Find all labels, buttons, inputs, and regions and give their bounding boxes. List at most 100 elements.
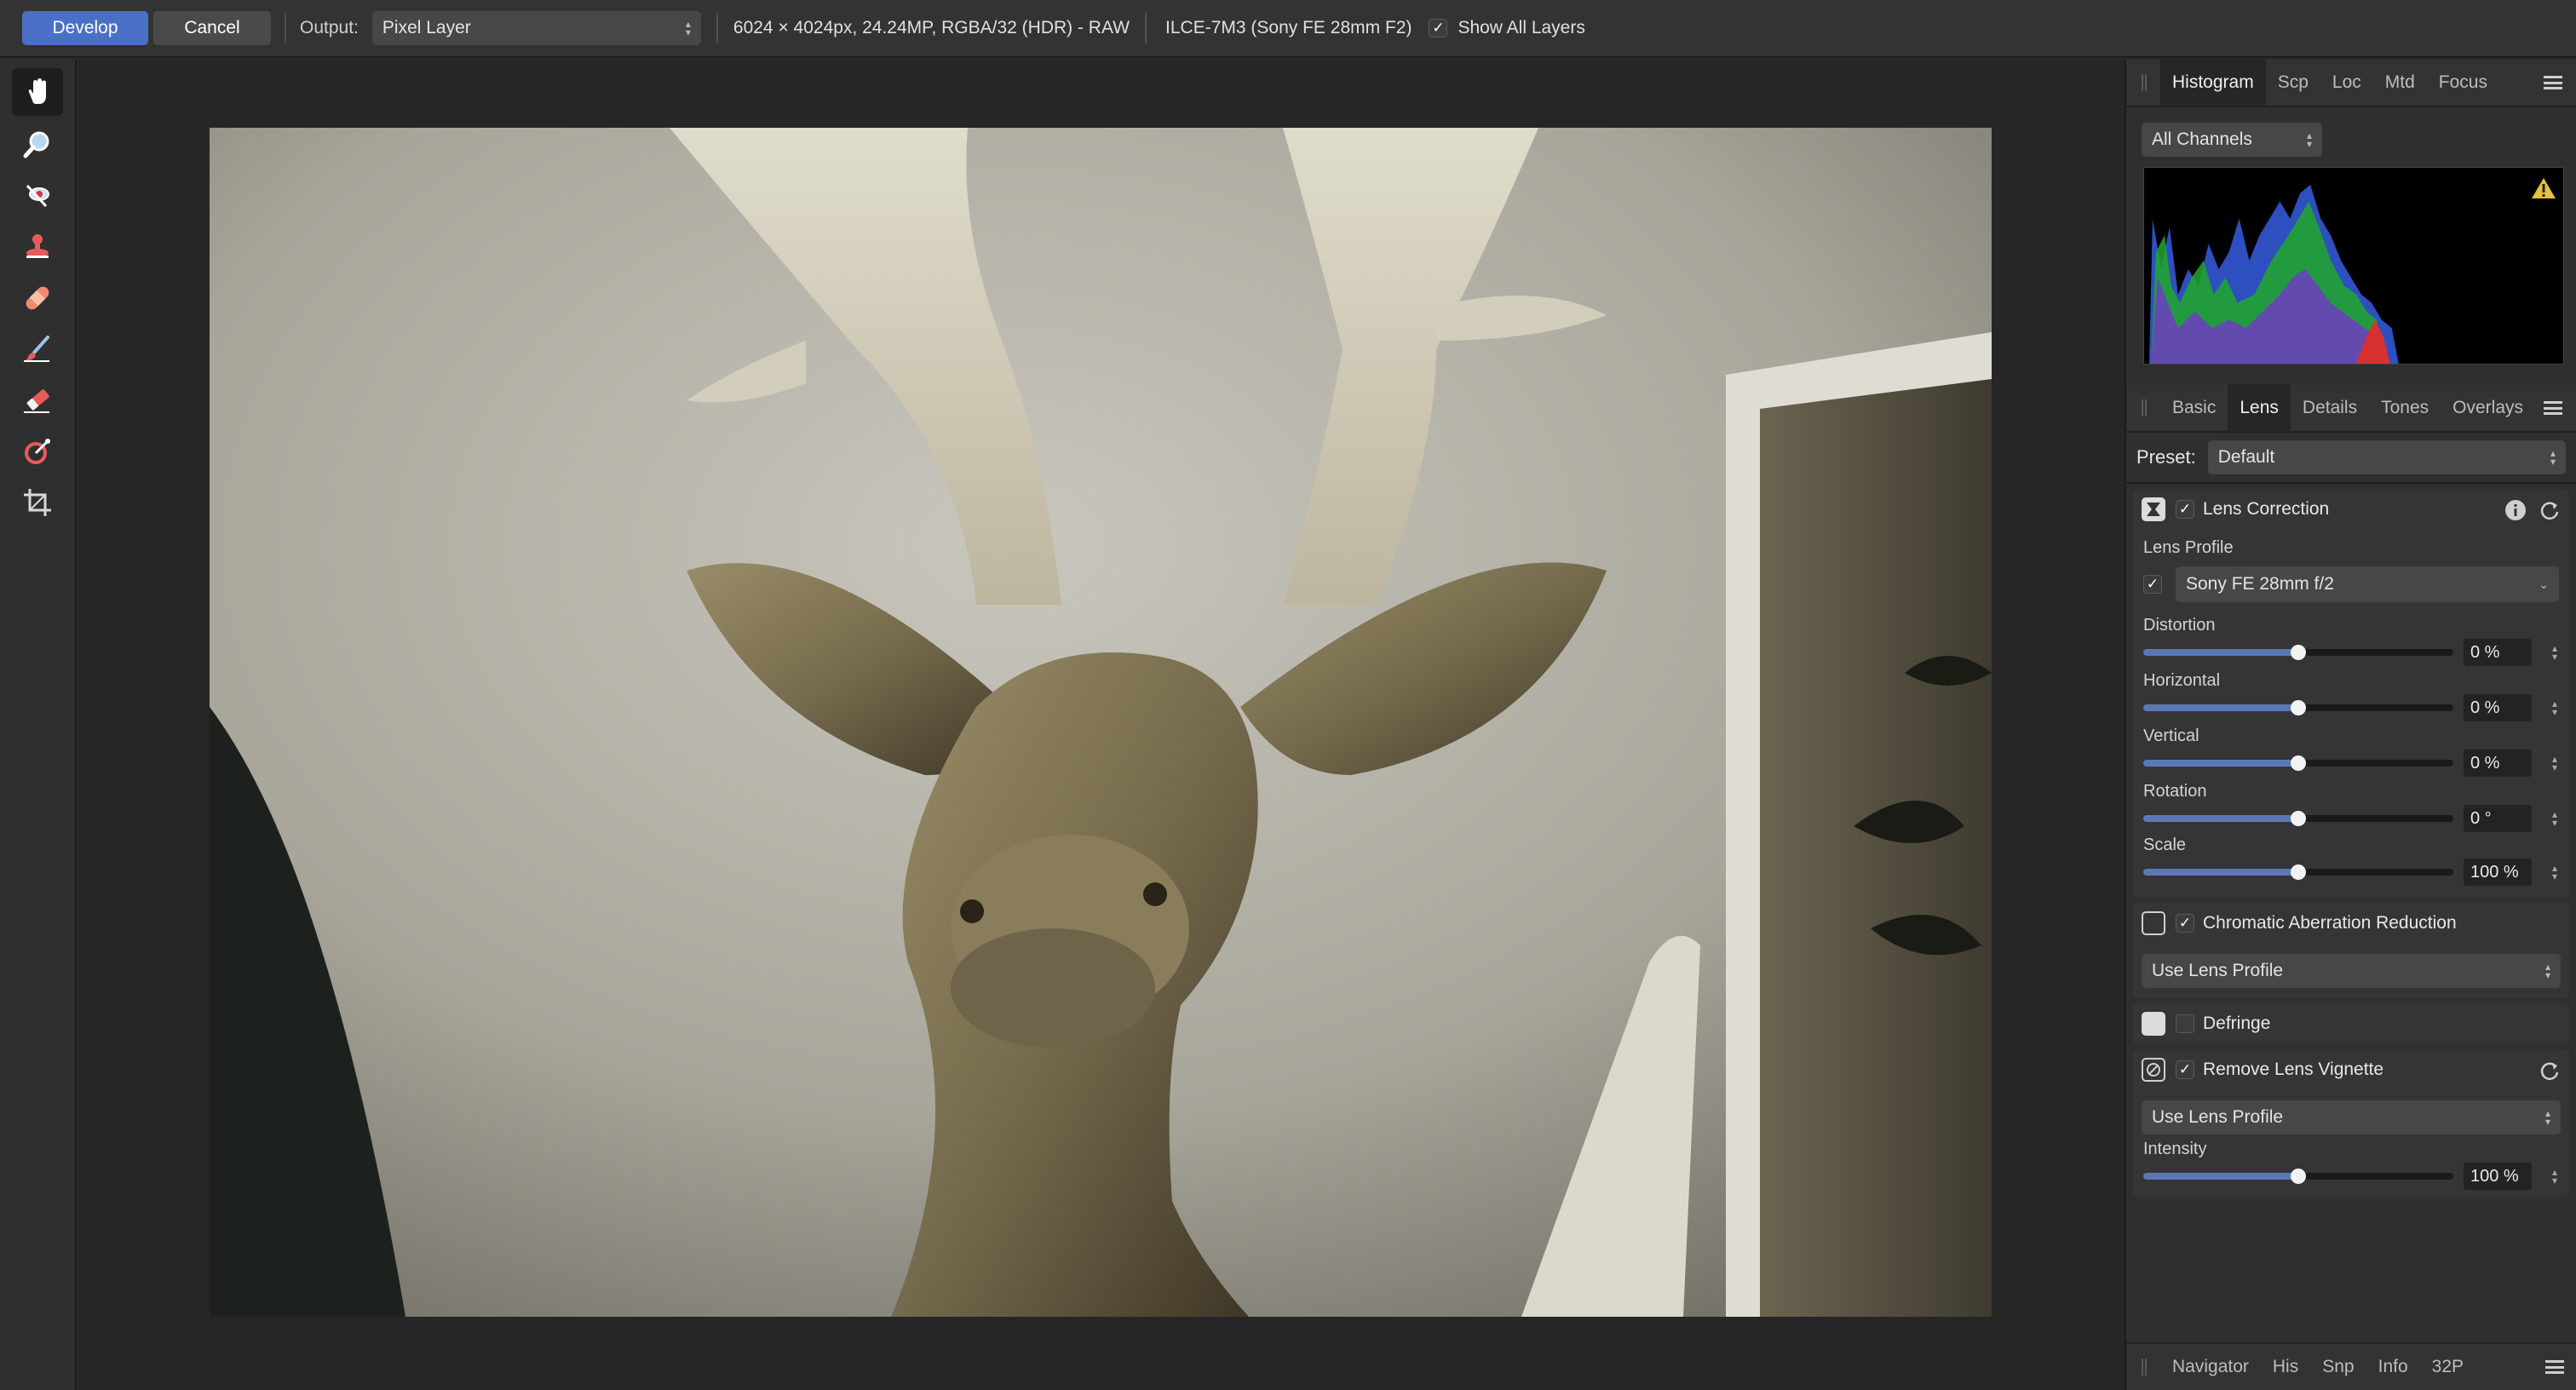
reset-icon[interactable] <box>2539 1060 2561 1082</box>
preset-select-value: Default <box>2217 447 2275 467</box>
scale-slider-row: 100 % ▴ ▾ <box>2133 855 2569 889</box>
lens-profile-checkbox[interactable]: ✓ <box>2143 575 2162 594</box>
stepper-arrows-icon[interactable]: ▴ ▾ <box>2552 1167 2557 1186</box>
stepper-arrows-icon[interactable]: ▴ ▾ <box>2552 754 2557 773</box>
channel-select[interactable]: All Channels ▴ ▾ <box>2142 123 2322 157</box>
defringe-icon[interactable] <box>2142 1012 2165 1036</box>
stepper-arrows-icon[interactable]: ▴ ▾ <box>2552 698 2557 717</box>
vignette-mode-select[interactable]: Use Lens Profile ▴ ▾ <box>2142 1100 2561 1134</box>
tab-tones[interactable]: Tones <box>2369 384 2441 432</box>
tab-history[interactable]: His <box>2261 1343 2310 1390</box>
distortion-slider-row: 0 % ▴ ▾ <box>2133 635 2569 669</box>
tab-lens[interactable]: Lens <box>2228 384 2291 432</box>
select-arrows-icon: ▴ ▾ <box>2306 129 2312 150</box>
slider-knob[interactable] <box>2291 811 2306 826</box>
panel-menu-icon[interactable] <box>2545 1360 2564 1374</box>
vignette-icon[interactable] <box>2142 1058 2165 1082</box>
cancel-button[interactable]: Cancel <box>153 11 271 45</box>
magnifier-icon <box>23 131 49 158</box>
intensity-slider-row: 100 % ▴ ▾ <box>2133 1159 2569 1193</box>
develop-button[interactable]: Develop <box>22 11 148 45</box>
output-select[interactable]: Pixel Layer ▴ ▾ <box>371 11 701 45</box>
vertical-value[interactable]: 0 % <box>2464 750 2532 777</box>
slider-knob[interactable] <box>2291 645 2306 660</box>
defringe-header: ✓ Defringe <box>2133 1003 2569 1044</box>
lens-correction-section: ✓ Lens Correction Lens Profile ✓ Sony FE… <box>2133 489 2569 898</box>
lens-profile-row: ✓ Sony FE 28mm f/2 ⌄ <box>2133 558 2569 607</box>
chromatic-mode-select[interactable]: Use Lens Profile ▴ ▾ <box>2142 954 2561 988</box>
crop-icon <box>24 489 51 516</box>
lens-profile-select[interactable]: Sony FE 28mm f/2 ⌄ <box>2176 566 2559 602</box>
photo-preview[interactable] <box>210 128 1992 1317</box>
scale-value[interactable]: 100 % <box>2464 859 2532 886</box>
clipping-warning-icon[interactable] <box>2531 176 2556 200</box>
scale-label: Scale <box>2143 836 2187 854</box>
horizontal-slider[interactable] <box>2143 700 2453 715</box>
overlay-paint-tool[interactable] <box>12 325 63 373</box>
tab-basic[interactable]: Basic <box>2160 384 2228 432</box>
hand-tool[interactable] <box>12 68 63 116</box>
tab-32p[interactable]: 32P <box>2420 1343 2475 1390</box>
zoom-tool[interactable] <box>12 121 63 169</box>
vignette-section: ✓ Remove Lens Vignette Use Lens Profile … <box>2133 1049 2569 1197</box>
brush-icon <box>24 336 49 362</box>
panel-grip-icon[interactable] <box>2142 74 2147 91</box>
vertical-slider[interactable] <box>2143 755 2453 771</box>
rotation-slider[interactable] <box>2143 811 2453 826</box>
defringe-checkbox[interactable]: ✓ <box>2176 1014 2194 1033</box>
show-all-layers-checkbox[interactable]: ✓ <box>1429 19 1448 37</box>
gradient-tool[interactable] <box>12 428 63 475</box>
canvas-area[interactable] <box>78 60 2125 1390</box>
slider-knob[interactable] <box>2291 700 2306 715</box>
distortion-value[interactable]: 0 % <box>2464 639 2532 666</box>
red-eye-tool[interactable] <box>12 172 63 220</box>
panel-grip-icon[interactable] <box>2142 1358 2147 1376</box>
tab-overlays[interactable]: Overlays <box>2441 384 2535 432</box>
vignette-mode-value: Use Lens Profile <box>2152 1107 2284 1127</box>
clone-tool[interactable] <box>12 223 63 271</box>
intensity-value[interactable]: 100 % <box>2464 1163 2532 1190</box>
panel-menu-icon[interactable] <box>2544 76 2562 89</box>
crop-tool[interactable] <box>12 479 63 526</box>
panel-grip-icon[interactable] <box>2142 399 2147 416</box>
stepper-arrows-icon[interactable]: ▴ ▾ <box>2552 863 2557 882</box>
horizontal-value[interactable]: 0 % <box>2464 694 2532 721</box>
stepper-arrows-icon[interactable]: ▴ ▾ <box>2552 809 2557 828</box>
studio-tabs-top: Histogram Scp Loc Mtd Focus <box>2126 59 2576 107</box>
slider-knob[interactable] <box>2291 755 2306 771</box>
lens-correction-checkbox[interactable]: ✓ <box>2176 500 2194 519</box>
select-arrows-icon: ▴ ▾ <box>685 18 691 38</box>
intensity-slider[interactable] <box>2143 1169 2453 1184</box>
lens-correction-icon[interactable] <box>2142 497 2165 521</box>
chromatic-aberration-checkbox[interactable]: ✓ <box>2176 914 2194 933</box>
slider-knob[interactable] <box>2291 1169 2306 1184</box>
tab-navigator[interactable]: Navigator <box>2160 1343 2261 1390</box>
distortion-slider[interactable] <box>2143 645 2453 660</box>
tab-focus[interactable]: Focus <box>2427 59 2499 106</box>
tab-snapshots[interactable]: Snp <box>2310 1343 2366 1390</box>
stepper-arrows-icon[interactable]: ▴ ▾ <box>2552 643 2557 662</box>
preset-select[interactable]: Default ▴ ▾ <box>2207 440 2566 474</box>
slider-knob[interactable] <box>2291 864 2306 880</box>
vignette-header: ✓ Remove Lens Vignette <box>2133 1049 2569 1090</box>
chromatic-aberration-icon[interactable] <box>2142 911 2165 935</box>
distortion-label: Distortion <box>2143 616 2216 635</box>
vertical-label: Vertical <box>2143 727 2199 745</box>
tab-details[interactable]: Details <box>2291 384 2369 432</box>
blemish-tool[interactable] <box>12 274 63 322</box>
info-icon[interactable] <box>2504 499 2527 521</box>
lens-correction-header: ✓ Lens Correction <box>2133 489 2569 530</box>
tab-info[interactable]: Info <box>2366 1343 2420 1390</box>
reset-icon[interactable] <box>2539 499 2561 521</box>
tab-scope[interactable]: Scp <box>2266 59 2320 106</box>
tab-metadata[interactable]: Mtd <box>2373 59 2427 106</box>
lens-profile-label: Lens Profile <box>2143 538 2234 557</box>
vignette-checkbox[interactable]: ✓ <box>2176 1060 2194 1079</box>
select-arrows-icon: ▴ ▾ <box>2544 1107 2550 1128</box>
tab-location[interactable]: Loc <box>2320 59 2373 106</box>
scale-slider[interactable] <box>2143 864 2453 880</box>
rotation-value[interactable]: 0 ° <box>2464 805 2532 832</box>
overlay-erase-tool[interactable] <box>12 376 63 424</box>
panel-menu-icon[interactable] <box>2544 401 2562 415</box>
tab-histogram[interactable]: Histogram <box>2160 59 2266 106</box>
